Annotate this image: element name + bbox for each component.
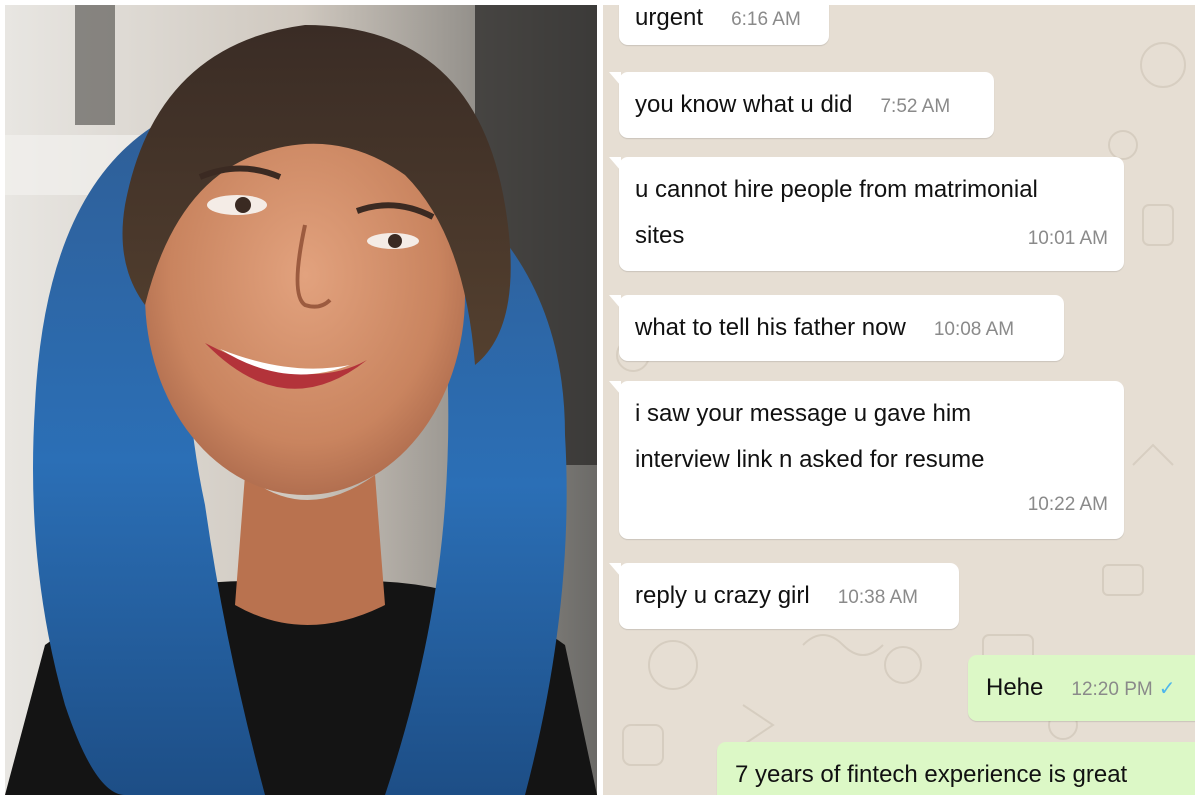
message-timestamp: 10:01 AM: [1027, 228, 1108, 249]
message-text: Hehe: [986, 674, 1044, 701]
message-bubble-outgoing[interactable]: 7 years of fintech experience is great: [717, 742, 1195, 795]
message-bubble-incoming[interactable]: u cannot hire people from matrimonial si…: [609, 157, 1124, 271]
message-bubble-incoming[interactable]: what to tell his father now 10:08 AM: [609, 295, 1064, 361]
message-timestamp: 10:22 AM: [1027, 494, 1108, 515]
message-bubble-incoming[interactable]: you know what u did 7:52 AM: [609, 72, 994, 138]
message-bubble-incoming[interactable]: reply u crazy girl 10:38 AM: [609, 563, 959, 629]
message-text: urgent: [635, 5, 704, 31]
door-frame: [75, 5, 115, 125]
message-text: i saw your message u gave him interview …: [635, 400, 985, 473]
message-bubble-incoming[interactable]: urgent 6:16 AM: [619, 5, 829, 45]
message-text: 7 years of fintech experience is great: [735, 761, 1128, 788]
chat-conversation[interactable]: urgent 6:16 AM you know what u did 7:52 AM…: [603, 5, 1195, 795]
message-bubble-incoming[interactable]: i saw your message u gave him interview …: [609, 381, 1124, 539]
double-check-icon: ✓: [1158, 678, 1176, 700]
portrait-illustration: [5, 5, 597, 795]
message-text: you know what u did: [635, 91, 853, 118]
message-text: reply u crazy girl: [635, 582, 810, 609]
message-timestamp: 7:52 AM: [880, 96, 951, 117]
message-bubble-outgoing[interactable]: Hehe 12:20 PM ✓: [968, 655, 1195, 721]
message-text: u cannot hire people from matrimonial si…: [635, 176, 1038, 249]
message-timestamp: 10:38 AM: [837, 587, 918, 608]
message-timestamp: 10:08 AM: [933, 319, 1015, 340]
portrait-photo: [5, 5, 597, 795]
message-timestamp: 12:20 PM: [1071, 679, 1153, 700]
message-text: what to tell his father now: [635, 314, 906, 341]
message-timestamp: 6:16 AM: [731, 9, 801, 30]
